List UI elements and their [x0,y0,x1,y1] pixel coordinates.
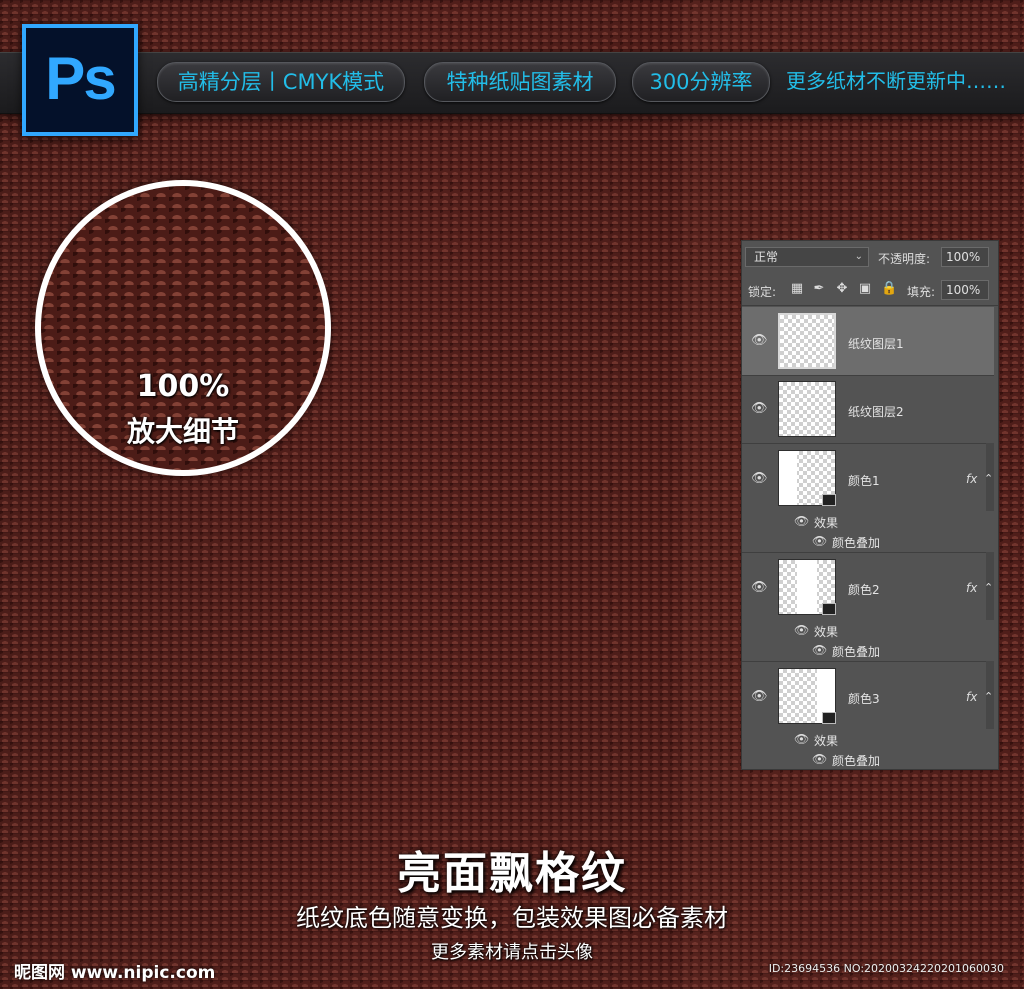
lock-row: 锁定: ▦ ✒ ✥ ▣ 🔒 填充: 100% [742,275,998,306]
zoom-percent: 100% [136,369,230,404]
site-watermark: 昵图网 www.nipic.com [14,963,216,983]
fill-label: 填充: [907,285,936,299]
clip-mask-icon [822,603,836,615]
layer-paper-texture-2[interactable]: 👁 纸纹图层2 [742,375,994,444]
lock-artboard-icon[interactable]: ▣ [858,282,872,296]
clip-mask-icon [822,494,836,506]
collapse-chevron-icon[interactable]: ⌃ [984,690,993,703]
product-title: 亮面飘格纹 [397,848,627,899]
image-id-text: ID:23694536 NO:20200324220201060030 [768,962,1004,975]
layer-color-2[interactable]: 👁 颜色2 fx ⌃ 👁 效果 👁 颜色叠加 [742,552,994,662]
thumb-white-area [779,451,797,505]
opacity-label: 不透明度: [878,252,931,266]
effects-label: 效果 [814,516,839,530]
layer-name: 纸纹图层1 [848,337,904,351]
lock-move-icon[interactable]: ✥ [835,282,849,296]
eye-icon[interactable]: 👁 [751,690,768,704]
fill-field[interactable]: 100% [941,280,989,300]
effects-eye-icon[interactable]: 👁 [794,514,809,528]
chevron-down-icon: ⌄ [854,251,863,262]
layer-thumbnail [778,668,836,724]
opacity-value: 100% [946,250,981,264]
layer-thumbnail [778,450,836,506]
layer-thumbnail [778,313,836,369]
fx-icon[interactable]: fx [966,690,977,704]
zoom-magnifier: 100% 放大细节 [35,180,331,476]
fx-icon[interactable]: fx [966,581,977,595]
lock-transparent-icon[interactable]: ▦ [790,282,804,296]
effects-label: 效果 [814,625,839,639]
logo-text: Ps [45,44,116,112]
blend-row: 正常 ⌄ 不透明度: 100% [742,241,998,275]
effect-eye-icon[interactable]: 👁 [812,534,827,548]
layer-name: 纸纹图层2 [848,405,904,419]
effect-color-overlay: 颜色叠加 [832,645,881,659]
layer-name: 颜色3 [848,692,880,706]
banner-tagline: 更多纸材不断更新中…… [786,69,1006,93]
layer-thumbnail [778,559,836,615]
banner-pill-resolution: 300分辨率 [632,62,770,102]
effects-eye-icon[interactable]: 👁 [794,623,809,637]
layer-color-1[interactable]: 👁 颜色1 fx ⌃ 👁 效果 👁 颜色叠加 [742,443,994,553]
clip-mask-icon [822,712,836,724]
blend-mode-value: 正常 [754,250,779,264]
layer-paper-texture-1[interactable]: 👁 纸纹图层1 [742,307,994,376]
layer-thumbnail [778,381,836,437]
opacity-field[interactable]: 100% [941,247,989,267]
thumb-white-area [797,560,817,614]
lock-all-icon[interactable]: 🔒 [881,282,897,296]
fill-value: 100% [946,283,981,297]
layer-name: 颜色2 [848,583,880,597]
banner-pill-material: 特种纸贴图素材 [424,62,616,102]
zoom-label: 放大细节 [126,415,239,448]
banner-pill-layers: 高精分层丨CMYK模式 [157,62,405,102]
lock-label: 锁定: [748,285,777,299]
effects-eye-icon[interactable]: 👁 [794,732,809,746]
fx-icon[interactable]: fx [966,472,977,486]
blend-mode-select[interactable]: 正常 ⌄ [745,247,869,267]
product-subtitle: 纸纹底色随意变换，包装效果图必备素材 [296,904,728,932]
layer-color-3[interactable]: 👁 颜色3 fx ⌃ 👁 效果 👁 颜色叠加 [742,661,994,769]
effect-color-overlay: 颜色叠加 [832,536,881,550]
collapse-chevron-icon[interactable]: ⌃ [984,472,993,485]
photoshop-logo: Ps [22,24,138,136]
effect-eye-icon[interactable]: 👁 [812,643,827,657]
effect-color-overlay: 颜色叠加 [832,754,881,768]
layer-name: 颜色1 [848,474,880,488]
effects-label: 效果 [814,734,839,748]
eye-icon[interactable]: 👁 [751,472,768,486]
collapse-chevron-icon[interactable]: ⌃ [984,581,993,594]
eye-icon[interactable]: 👁 [751,334,768,348]
eye-icon[interactable]: 👁 [751,581,768,595]
effect-eye-icon[interactable]: 👁 [812,752,827,766]
layers-panel: 正常 ⌄ 不透明度: 100% 锁定: ▦ ✒ ✥ ▣ 🔒 填充: 100% 👁… [741,240,999,770]
eye-icon[interactable]: 👁 [751,402,768,416]
lock-paint-icon[interactable]: ✒ [812,282,826,296]
